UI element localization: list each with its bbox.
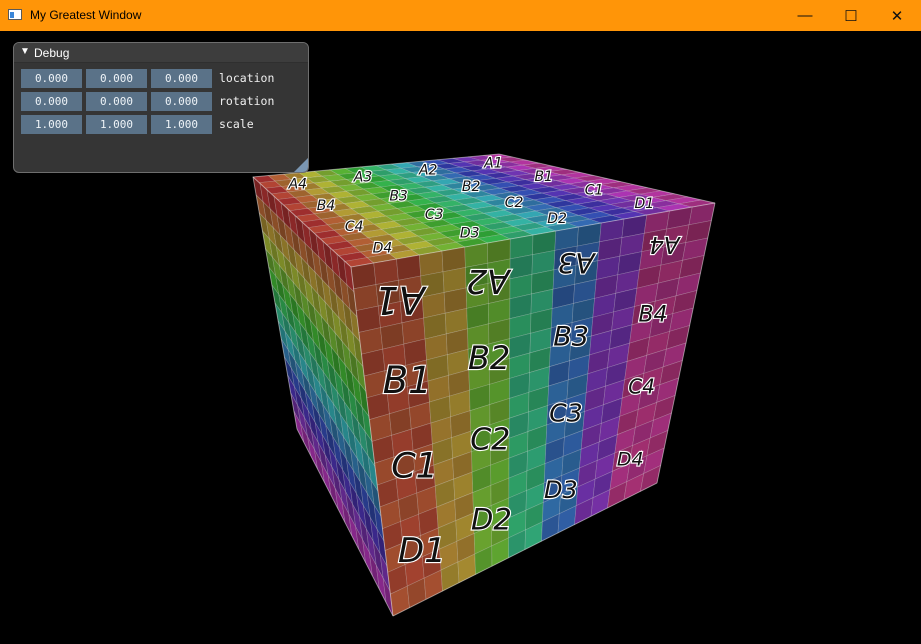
cube-top-label: D1 [635, 196, 655, 212]
cube-top-label: B3 [389, 188, 408, 204]
cube-front-label: B2 [468, 339, 510, 377]
cube-front-label: C3 [549, 398, 582, 427]
cube-front-label: C4 [628, 374, 655, 398]
debug-panel-header[interactable]: ▼ Debug [14, 43, 308, 63]
debug-panel[interactable]: ▼ Debug 0.000 0.000 0.000 location 0.000… [13, 42, 309, 173]
cube-top-label: B2 [462, 179, 481, 195]
rotation-x-field[interactable]: 0.000 [21, 92, 82, 111]
location-y-field[interactable]: 0.000 [86, 69, 147, 88]
cube-top-label: A2 [418, 163, 438, 179]
cube-front-label: C1 [391, 446, 438, 486]
collapse-arrow-icon[interactable]: ▼ [20, 46, 30, 57]
location-label: location [219, 71, 275, 85]
cube-front-label: A4 [649, 231, 681, 257]
app-window-icon [8, 9, 22, 20]
cube-front-label: A3 [558, 246, 597, 279]
cube-top-label: A1 [483, 156, 502, 172]
cube-top-label: B4 [317, 198, 336, 214]
close-button[interactable]: ✕ [874, 0, 920, 31]
cube-top-label: C4 [345, 219, 364, 235]
cube-front-label: D1 [398, 531, 446, 571]
rotation-y-field[interactable]: 0.000 [86, 92, 147, 111]
window-title: My Greatest Window [30, 8, 142, 22]
cube-top-label: B1 [534, 169, 553, 185]
scale-label: scale [219, 117, 254, 131]
scale-y-field[interactable]: 1.000 [86, 115, 147, 134]
cube-top-label: D4 [373, 240, 393, 256]
cube-front-cell [350, 262, 377, 290]
cube-front-label: D2 [471, 503, 512, 537]
cube-front-label: A2 [466, 262, 512, 301]
cube-front-label: B1 [383, 359, 432, 402]
cube-front-label: B4 [638, 303, 667, 328]
cube-top-label: C3 [425, 207, 444, 223]
scale-x-field[interactable]: 1.000 [21, 115, 82, 134]
location-z-field[interactable]: 0.000 [151, 69, 212, 88]
rotation-z-field[interactable]: 0.000 [151, 92, 212, 111]
minimize-button[interactable]: — [782, 0, 828, 31]
resize-grip-icon[interactable] [294, 158, 308, 172]
cube-top-label: A3 [353, 170, 372, 186]
cube-front-label: A1 [375, 278, 428, 322]
debug-panel-title: Debug [34, 46, 70, 60]
cube-top-label: D2 [547, 211, 567, 227]
cube-top-label: C2 [505, 195, 524, 211]
cube-front-face: A1 A2 A3 A4 B1 B2 B3 B4 C1 C2 C3 C4 D1 D2 D3 D4 [350, 202, 716, 617]
cube-front-label: D3 [544, 476, 578, 504]
cube-top-label: C1 [585, 183, 604, 199]
rotation-label: rotation [219, 94, 275, 108]
scale-z-field[interactable]: 1.000 [151, 115, 212, 134]
cube-top-label: D3 [460, 226, 480, 242]
cube-front-label: D4 [617, 448, 644, 470]
title-bar[interactable]: My Greatest Window — ☐ ✕ [0, 0, 921, 31]
cube-front-label: B3 [553, 321, 589, 352]
cube-front-label: C2 [470, 422, 510, 457]
location-x-field[interactable]: 0.000 [21, 69, 82, 88]
cube-top-label: A4 [288, 177, 307, 193]
maximize-button[interactable]: ☐ [828, 0, 874, 31]
render-viewport[interactable]: A4 A3 A2 A1 B4 B3 B2 B1 C4 C3 C2 C1 D4 D3 D2 D1 A1 A2 A3 A… [0, 31, 921, 644]
